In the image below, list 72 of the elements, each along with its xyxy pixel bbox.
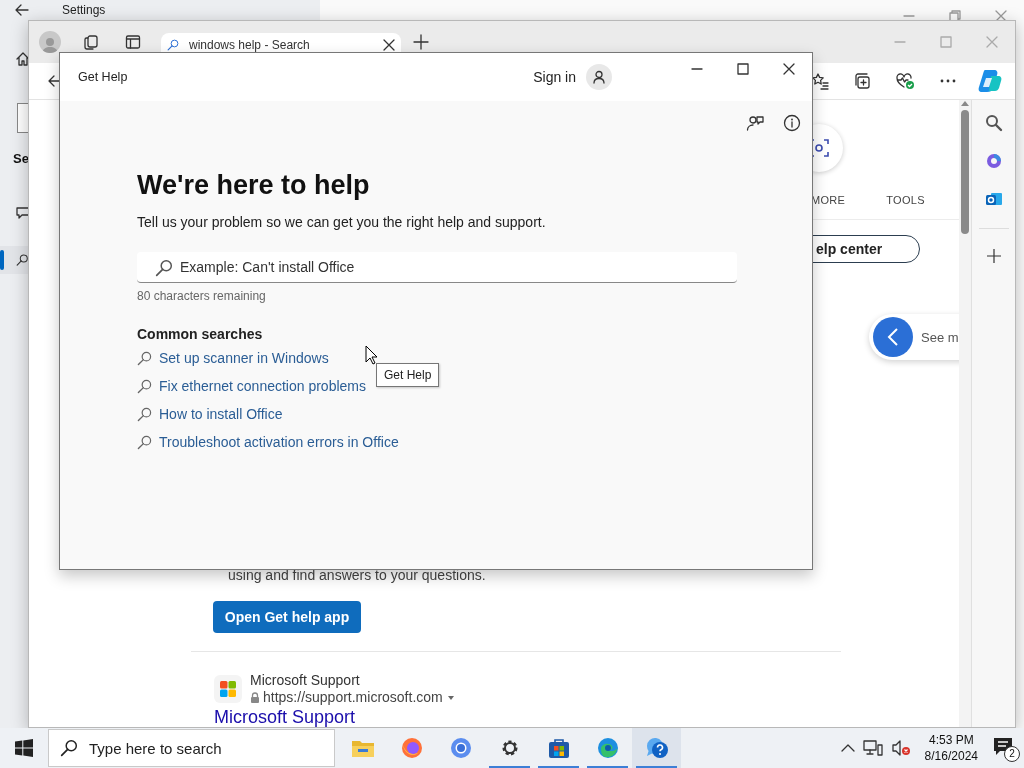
search-field[interactable] bbox=[17, 103, 28, 133]
browser-icon bbox=[399, 736, 424, 760]
favorites-icon[interactable] bbox=[811, 72, 829, 90]
sign-in-link[interactable]: Sign in bbox=[533, 69, 576, 85]
caret-icon[interactable] bbox=[445, 693, 456, 702]
heart-pulse-icon[interactable] bbox=[895, 72, 915, 90]
search-suggestion-link[interactable]: How to install Office bbox=[137, 400, 283, 428]
assistant-icon[interactable] bbox=[977, 68, 1003, 94]
search-icon bbox=[137, 350, 152, 366]
collections-icon[interactable] bbox=[853, 72, 871, 90]
open-app-button[interactable]: Open Get help app bbox=[213, 601, 361, 633]
chat-icon[interactable] bbox=[16, 206, 30, 220]
close-icon[interactable] bbox=[383, 39, 395, 51]
subtitle-text: Tell us your problem so we can get you the right help and support. bbox=[137, 213, 547, 232]
chevron-up-icon[interactable] bbox=[840, 743, 855, 753]
question-bubble-icon bbox=[644, 736, 669, 760]
ring-icon bbox=[448, 736, 473, 760]
page-heading: We're here to help bbox=[137, 169, 371, 202]
scrollbar-thumb[interactable] bbox=[961, 110, 969, 234]
swirl-icon bbox=[595, 736, 620, 760]
cursor-icon bbox=[365, 345, 378, 365]
windows-icon bbox=[15, 739, 33, 757]
taskbar-search-field[interactable]: Type here to search bbox=[48, 729, 335, 767]
section-heading: Se bbox=[13, 151, 29, 166]
window-title: Settings bbox=[62, 3, 106, 17]
clock-date[interactable]: 8/16/2024 bbox=[924, 748, 978, 764]
window-title: Get Help bbox=[78, 70, 128, 84]
see-more-label: See m bbox=[921, 329, 959, 345]
shopping-bag-icon bbox=[547, 737, 570, 759]
app-icon[interactable] bbox=[984, 152, 1003, 170]
info-icon[interactable] bbox=[783, 114, 801, 132]
search-icon bbox=[167, 39, 179, 51]
new-tab-icon[interactable] bbox=[413, 34, 429, 50]
lock-icon bbox=[250, 692, 260, 703]
clock-time[interactable]: 4:53 PM bbox=[928, 732, 974, 748]
see-more-card[interactable]: See m bbox=[869, 314, 959, 361]
mail-icon[interactable] bbox=[984, 190, 1003, 208]
search-icon bbox=[15, 253, 28, 267]
contact-icon[interactable] bbox=[746, 114, 764, 132]
account-icon[interactable] bbox=[592, 70, 606, 84]
search-icon bbox=[60, 739, 78, 757]
section-heading: Common searches bbox=[137, 325, 264, 344]
search-icon bbox=[155, 259, 173, 277]
search-icon bbox=[137, 406, 152, 422]
speaker-muted-icon[interactable] bbox=[890, 739, 911, 757]
search-field[interactable]: Example: Can't install Office bbox=[137, 252, 737, 283]
site-name: Microsoft Support bbox=[250, 672, 361, 689]
character-count: 80 characters remaining bbox=[137, 288, 267, 304]
home-icon[interactable] bbox=[16, 52, 30, 66]
add-icon[interactable] bbox=[986, 249, 1001, 263]
close-icon[interactable] bbox=[783, 63, 795, 75]
restore-icon[interactable] bbox=[949, 10, 961, 22]
site-url[interactable]: https://support.microsoft.com bbox=[263, 689, 443, 706]
search-icon bbox=[137, 434, 152, 450]
site-logo bbox=[219, 680, 237, 698]
scroll-up-icon[interactable] bbox=[961, 100, 969, 106]
nav-item[interactable] bbox=[0, 246, 28, 274]
tooltip: Get Help bbox=[376, 363, 440, 387]
maximize-icon[interactable] bbox=[737, 63, 749, 75]
nav-tab[interactable]: TOOLS bbox=[886, 193, 925, 206]
search-icon[interactable] bbox=[984, 114, 1003, 132]
result-title-link[interactable]: Microsoft Support bbox=[214, 707, 959, 727]
chevron-left-icon[interactable] bbox=[886, 327, 900, 348]
search-icon bbox=[137, 378, 152, 394]
search-suggestion-link[interactable]: Troubleshoot activation errors in Office bbox=[137, 428, 399, 456]
notification-count: 2 bbox=[1004, 746, 1020, 762]
network-icon[interactable] bbox=[862, 739, 883, 757]
back-arrow-icon[interactable] bbox=[14, 2, 30, 18]
workspaces-icon[interactable] bbox=[83, 34, 99, 50]
tab-actions-icon[interactable] bbox=[125, 34, 141, 50]
search-suggestion-link[interactable]: Fix ethernet connection problems bbox=[137, 372, 366, 400]
search-suggestion-link[interactable]: Set up scanner in Windows bbox=[137, 344, 329, 372]
